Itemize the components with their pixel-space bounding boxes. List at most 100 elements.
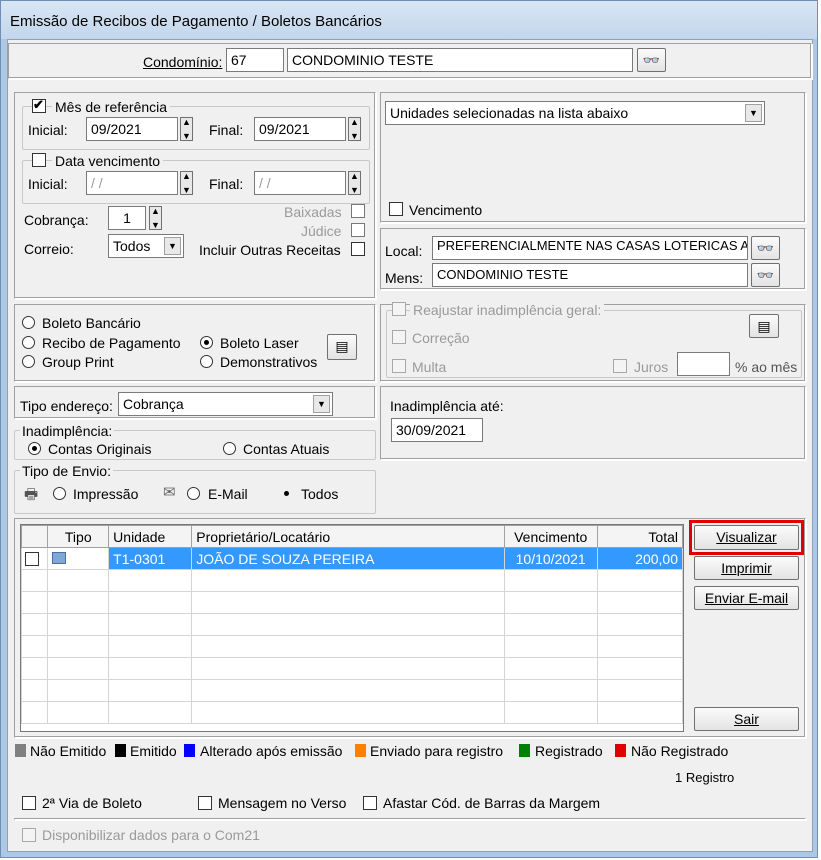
- data-venc-checkbox[interactable]: [32, 153, 46, 167]
- legend-registrado-swatch: [519, 744, 530, 757]
- chevron-down-icon: ▼: [313, 395, 330, 413]
- mes-ref-label: Mês de referência: [52, 99, 171, 115]
- col-unidade[interactable]: Unidade: [108, 525, 193, 548]
- vencimento-checkbox[interactable]: [389, 202, 403, 216]
- condominio-name-input[interactable]: CONDOMINIO TESTE: [287, 48, 633, 72]
- main-window: Emissão de Recibos de Pagamento / Boleto…: [0, 0, 818, 858]
- recibo-radio[interactable]: [22, 336, 35, 349]
- legend-enviado: Enviado para registro: [370, 743, 504, 759]
- email-radio[interactable]: [187, 487, 200, 500]
- mes-final-input[interactable]: 09/2021: [254, 117, 346, 141]
- juros-label: Juros: [634, 359, 669, 375]
- mensagem-verso-label: Mensagem no Verso: [218, 795, 347, 811]
- mens-label: Mens:: [385, 270, 424, 286]
- impressao-label: Impressão: [73, 486, 139, 502]
- empty-row: [21, 635, 683, 658]
- legend-emitido: Emitido: [130, 743, 177, 759]
- col-vencimento[interactable]: Vencimento: [503, 525, 598, 548]
- contas-originais-radio[interactable]: [28, 442, 41, 455]
- mes-inicial-input[interactable]: 09/2021: [86, 117, 178, 141]
- boleto-laser-radio[interactable]: [200, 336, 213, 349]
- local-input[interactable]: PREFERENCIALMENTE NAS CASAS LOTERICAS AT…: [432, 236, 748, 260]
- settings-sheet-icon: ▤: [335, 338, 349, 354]
- outras-receitas-checkbox[interactable]: [351, 242, 365, 256]
- tipo-endereco-label: Tipo endereço:: [20, 398, 113, 414]
- row-proprietario: JOÃO DE SOUZA PEREIRA: [191, 547, 505, 570]
- venc-inicial-input[interactable]: / /: [86, 171, 178, 195]
- legend-nao-emitido-swatch: [15, 744, 26, 757]
- imprimir-button[interactable]: Imprimir: [694, 556, 799, 580]
- condominio-code-input[interactable]: 67: [226, 48, 284, 72]
- unidades-value: Unidades selecionadas na lista abaixo: [390, 105, 629, 121]
- data-venc-label: Data vencimento: [52, 153, 164, 169]
- binoculars-icon: 👓: [642, 52, 661, 68]
- reajuste-checkbox[interactable]: [392, 302, 406, 316]
- segunda-via-checkbox[interactable]: [22, 796, 36, 810]
- multa-checkbox[interactable]: [392, 359, 406, 373]
- empty-row: [21, 701, 683, 724]
- search-local-button[interactable]: 👓: [751, 236, 780, 260]
- col-total[interactable]: Total: [596, 525, 683, 548]
- chevron-down-icon: ▼: [164, 237, 181, 255]
- cobranca-input[interactable]: 1: [108, 206, 146, 230]
- boleto-bancario-radio[interactable]: [22, 316, 35, 329]
- empty-row: [21, 613, 683, 636]
- binoculars-icon: 👓: [756, 240, 775, 256]
- search-mens-button[interactable]: 👓: [751, 263, 780, 287]
- enviar-email-button[interactable]: Enviar E-mail: [694, 586, 799, 610]
- legend-nao-registrado-swatch: [615, 744, 626, 757]
- col-tipo[interactable]: Tipo: [47, 525, 110, 548]
- afastar-checkbox[interactable]: [363, 796, 377, 810]
- sair-button[interactable]: Sair: [694, 707, 799, 731]
- row-unidade: T1-0301: [108, 547, 193, 570]
- outras-receitas-label: Incluir Outras Receitas: [199, 242, 341, 258]
- reajuste-config-button[interactable]: ▤: [749, 314, 779, 338]
- venc-final-spinner[interactable]: [348, 171, 361, 195]
- inadimplencia-ate-label: Inadimplência até:: [390, 398, 504, 414]
- impressao-radio[interactable]: [53, 487, 66, 500]
- title-bar: Emissão de Recibos de Pagamento / Boleto…: [1, 1, 817, 39]
- search-condominio-button[interactable]: 👓: [637, 48, 666, 72]
- multa-label: Multa: [412, 359, 447, 375]
- row-checkbox[interactable]: [25, 550, 39, 566]
- demonstrativos-radio[interactable]: [200, 355, 213, 368]
- mensagem-verso-checkbox[interactable]: [198, 796, 212, 810]
- mes-inicial-spinner[interactable]: [180, 117, 193, 141]
- baixadas-checkbox[interactable]: [351, 204, 365, 218]
- judice-checkbox[interactable]: [351, 223, 365, 237]
- tipo-endereco-select[interactable]: Cobrança ▼: [118, 392, 333, 416]
- mes-ref-checkbox[interactable]: [32, 97, 46, 113]
- mes-final-label: Final:: [209, 122, 244, 138]
- inadimplencia-label: Inadimplência:: [20, 423, 115, 439]
- todos-radio[interactable]: [280, 487, 293, 500]
- juros-input[interactable]: [677, 352, 730, 376]
- venc-final-input[interactable]: / /: [254, 171, 346, 195]
- mens-input[interactable]: CONDOMINIO TESTE: [432, 263, 748, 287]
- todos-label: Todos: [301, 486, 339, 502]
- table-row[interactable]: T1-0301 JOÃO DE SOUZA PEREIRA 10/10/2021…: [21, 547, 683, 570]
- mes-final-spinner[interactable]: [348, 117, 361, 141]
- com21-checkbox[interactable]: [22, 828, 36, 842]
- mes-inicial-label: Inicial:: [28, 122, 68, 138]
- contas-atuais-radio[interactable]: [223, 442, 236, 455]
- group-print-radio[interactable]: [22, 355, 35, 368]
- demonstrativos-label: Demonstrativos: [220, 354, 318, 370]
- cobranca-spinner[interactable]: [149, 206, 162, 230]
- venc-final-label: Final:: [209, 176, 244, 192]
- config-button[interactable]: ▤: [327, 334, 357, 360]
- inadimplencia-ate-input[interactable]: 30/09/2021: [391, 418, 483, 442]
- chevron-down-icon: ▼: [745, 104, 762, 122]
- reajuste-label: Reajustar inadimplência geral:: [410, 302, 605, 318]
- venc-inicial-spinner[interactable]: [180, 171, 193, 195]
- results-table: Tipo Unidade Proprietário/Locatário Venc…: [20, 524, 684, 732]
- unidades-select[interactable]: Unidades selecionadas na lista abaixo ▼: [385, 101, 765, 125]
- correio-select[interactable]: Todos ▼: [108, 234, 184, 258]
- juros-checkbox[interactable]: [613, 359, 627, 373]
- visualizar-button[interactable]: Visualizar: [694, 525, 799, 550]
- col-proprietario[interactable]: Proprietário/Locatário: [191, 525, 505, 548]
- tipo-endereco-value: Cobrança: [123, 396, 184, 412]
- row-vencimento: 10/10/2021: [503, 547, 598, 570]
- segunda-via-label: 2ª Via de Boleto: [42, 795, 142, 811]
- correcao-checkbox[interactable]: [392, 330, 406, 344]
- empty-row: [21, 569, 683, 592]
